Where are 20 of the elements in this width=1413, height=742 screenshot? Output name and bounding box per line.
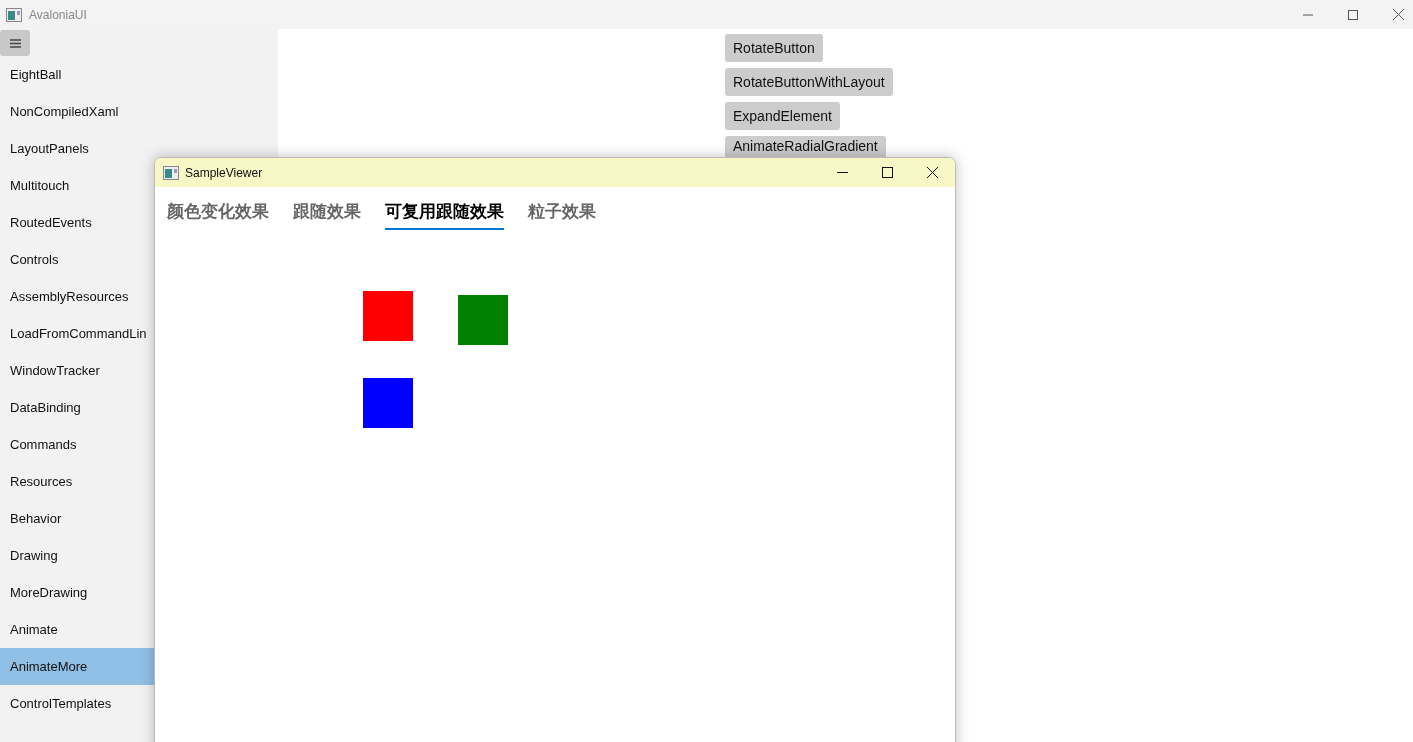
menu-button[interactable] xyxy=(0,30,30,56)
sidebar-item[interactable]: LayoutPanels xyxy=(0,130,278,167)
app-icon xyxy=(163,165,179,180)
menu-icon xyxy=(9,38,21,48)
close-icon[interactable] xyxy=(927,167,938,178)
tab[interactable]: 跟随效果 xyxy=(293,200,361,230)
demo-button[interactable]: RotateButtonWithLayout xyxy=(725,68,893,96)
tab[interactable]: 颜色变化效果 xyxy=(167,200,269,230)
maximize-icon[interactable] xyxy=(882,167,893,178)
sidebar-item[interactable]: EightBall xyxy=(0,56,278,93)
demo-button[interactable]: RotateButton xyxy=(725,34,823,62)
demo-button[interactable]: ExpandElement xyxy=(725,102,840,130)
close-icon[interactable] xyxy=(1393,9,1404,20)
tab[interactable]: 粒子效果 xyxy=(528,200,596,230)
window-title: AvaloniaUI xyxy=(29,7,87,22)
maximize-icon[interactable] xyxy=(1348,9,1358,20)
tab[interactable]: 可复用跟随效果 xyxy=(385,200,504,230)
app-icon xyxy=(6,7,22,22)
window-title: SampleViewer xyxy=(185,165,263,180)
sidebar-item[interactable]: NonCompiledXaml xyxy=(0,93,278,130)
